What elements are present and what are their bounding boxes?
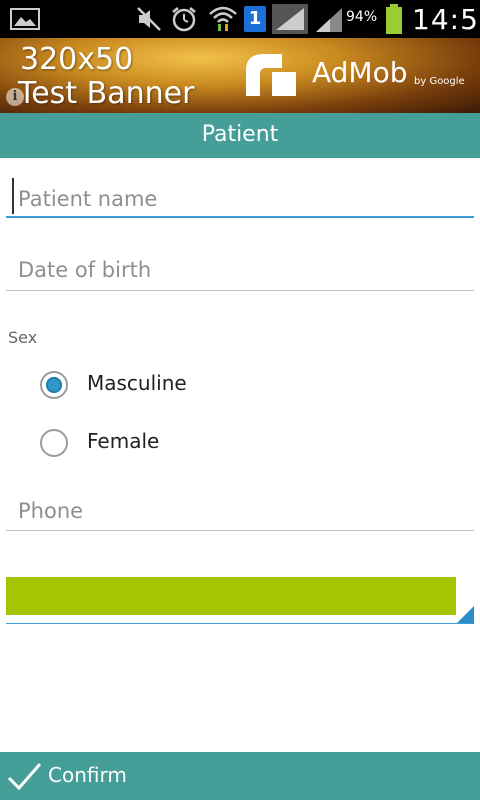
color-selector-bar[interactable] <box>6 577 456 615</box>
clock: 14:51 <box>412 3 480 36</box>
signal-icon <box>272 4 308 34</box>
status-bar: 1 94% 14:51 <box>0 0 480 38</box>
phone-field[interactable]: Phone <box>6 486 474 534</box>
check-icon <box>7 763 42 791</box>
mute-icon <box>137 7 161 31</box>
radio-label-female: Female <box>87 429 160 453</box>
ad-size-text: 320x50 <box>20 42 134 77</box>
spinner-corner-icon <box>456 606 474 624</box>
alarm-icon <box>172 7 196 32</box>
sim-icon: 1 <box>244 6 266 32</box>
date-of-birth-placeholder: Date of birth <box>18 258 152 282</box>
ad-label: Test Banner <box>18 76 195 111</box>
ad-banner[interactable]: 320x50 Test Banner i AdMob by Google <box>0 38 480 113</box>
confirm-label: Confirm <box>48 763 127 787</box>
radio-button-checked[interactable] <box>40 371 68 399</box>
battery-icon <box>386 4 402 34</box>
patient-name-placeholder: Patient name <box>18 187 158 211</box>
date-of-birth-underline <box>6 290 474 291</box>
ad-by-google: by Google <box>414 76 465 87</box>
phone-underline <box>6 530 474 531</box>
radio-button-unchecked[interactable] <box>40 429 68 457</box>
color-selector-underline <box>6 623 474 624</box>
info-icon[interactable]: i <box>6 88 24 106</box>
wifi-icon <box>209 6 237 31</box>
confirm-button[interactable]: Confirm <box>0 752 200 800</box>
radio-label-masculine: Masculine <box>87 371 187 395</box>
patient-name-field[interactable]: Patient name <box>6 170 474 222</box>
signal-icon <box>316 8 342 32</box>
page-title: Patient <box>201 122 279 147</box>
phone-placeholder: Phone <box>18 499 84 523</box>
admob-logo-icon <box>246 54 296 96</box>
sex-label: Sex <box>8 328 38 347</box>
patient-name-underline <box>6 216 474 218</box>
action-bar: Confirm <box>0 752 480 800</box>
image-icon <box>10 8 40 30</box>
text-cursor <box>12 178 14 214</box>
ad-brand: AdMob <box>312 56 408 89</box>
title-bar: Patient <box>0 113 480 158</box>
date-of-birth-field[interactable]: Date of birth <box>6 245 474 293</box>
battery-percent: 94% <box>346 9 378 25</box>
